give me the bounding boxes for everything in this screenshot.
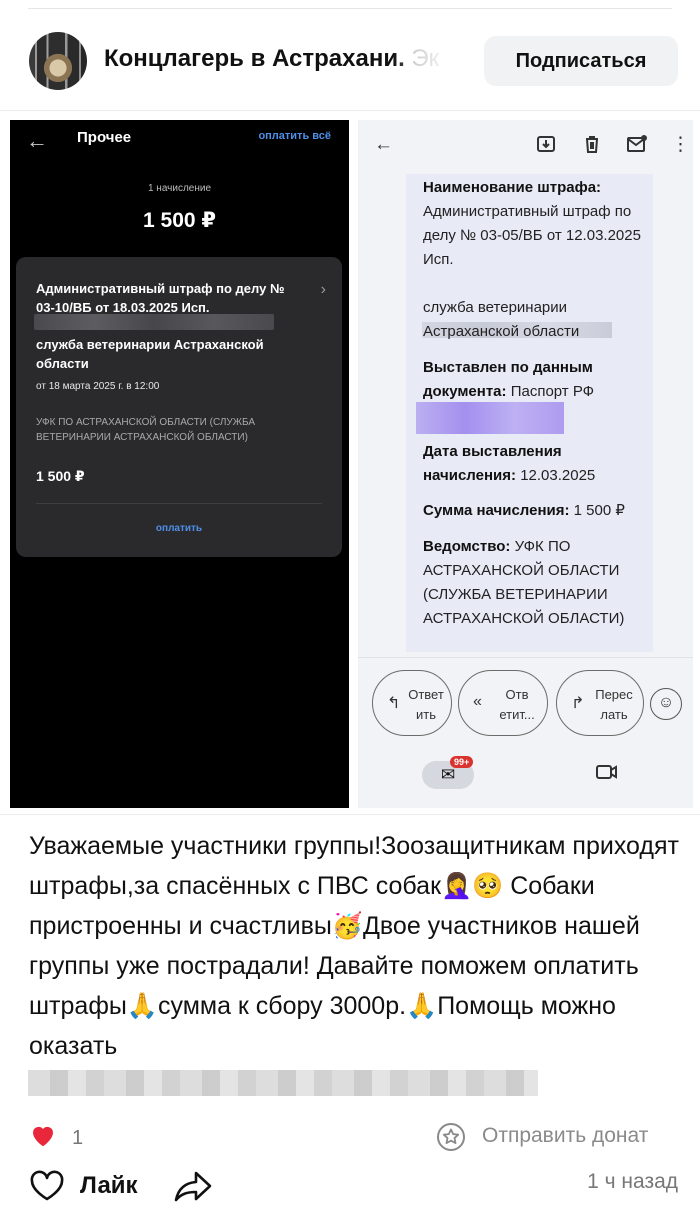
fine-name-value: Административный штраф по делу № 03-05/В… bbox=[423, 203, 641, 268]
mark-unread-icon bbox=[626, 134, 648, 160]
trash-icon bbox=[582, 134, 602, 160]
charge-sum: Сумма начисления: 1 500 ₽ bbox=[423, 499, 648, 523]
mail-toolbar: ← ⋮ bbox=[358, 120, 693, 174]
chevron-right-icon: › bbox=[320, 281, 326, 298]
header-divider bbox=[0, 110, 700, 111]
top-divider bbox=[28, 8, 672, 9]
heart-reaction-icon[interactable] bbox=[28, 1120, 58, 1150]
post-timestamp: 1 ч назад bbox=[587, 1170, 678, 1193]
card-divider bbox=[36, 503, 322, 504]
group-title-text: Концлагерь в Астрахани. bbox=[104, 45, 405, 72]
screen-title: Прочее bbox=[77, 129, 132, 146]
more-vert-icon: ⋮ bbox=[671, 134, 690, 155]
fine-recipient: УФК ПО АСТРАХАНСКОЙ ОБЛАСТИ (СЛУЖБА ВЕТЕ… bbox=[36, 417, 256, 443]
reply-label: Ответ ить bbox=[408, 687, 444, 722]
share-arrow-icon[interactable] bbox=[172, 1168, 214, 1204]
mail-body: Наименование штрафа: Административный штр… bbox=[406, 174, 653, 652]
subscribe-button[interactable]: Подписаться bbox=[484, 36, 678, 86]
content-divider bbox=[0, 814, 700, 815]
post-text: Уважаемые участники группы!Зоозащитникам… bbox=[29, 832, 679, 1060]
dept-label: Ведомство: bbox=[423, 538, 511, 555]
charges-count: 1 начисление bbox=[147, 183, 212, 194]
attached-image-right[interactable]: ← ⋮ Наименование штрафа: Административный… bbox=[358, 120, 693, 808]
sum-label: Сумма начисления: bbox=[423, 502, 570, 519]
reply-icon: ↰ bbox=[387, 695, 401, 712]
pay-link: оплатить bbox=[155, 523, 203, 534]
post-header: Концлагерь в Астрахани. Эк Подписаться bbox=[0, 18, 700, 106]
group-title-overflow: Эк bbox=[404, 45, 440, 72]
fine-date: от 18 марта 2025 г. в 12:00 bbox=[36, 381, 160, 392]
like-button-label[interactable]: Лайк bbox=[80, 1172, 138, 1200]
fine-name-label: Наименование штрафа: bbox=[423, 179, 602, 196]
reply-all-label: Отв етит... bbox=[499, 687, 535, 722]
issue-date: Дата выставления начисления: 12.03.2025 bbox=[423, 440, 648, 488]
issued-by: Выставлен по данным документа: Паспорт Р… bbox=[423, 356, 648, 404]
like-heart-icon[interactable] bbox=[29, 1170, 65, 1202]
reply-all-icon: « bbox=[473, 693, 482, 710]
mail-bottom-nav: ✉ 99+ bbox=[358, 752, 693, 808]
back-arrow-icon: ← bbox=[26, 128, 48, 153]
forward-icon: ↱ bbox=[571, 695, 585, 712]
date-value: 12.03.2025 bbox=[520, 467, 596, 484]
issued-value: Паспорт РФ bbox=[510, 383, 595, 400]
fine-service: служба ветеринарии Астраханской области bbox=[423, 299, 580, 340]
sum-value: 1 500 ₽ bbox=[573, 502, 625, 519]
emoji-reaction-icon: ☺ bbox=[650, 688, 682, 720]
blurred-document bbox=[416, 402, 564, 434]
archive-icon bbox=[536, 134, 556, 160]
reaction-count: 1 bbox=[72, 1127, 84, 1149]
video-camera-icon bbox=[596, 764, 618, 785]
fine-card: Административный штраф по делу № 03-10/В… bbox=[16, 257, 342, 557]
blurred-name bbox=[34, 314, 274, 330]
actions-divider bbox=[358, 657, 693, 658]
department: Ведомство: УФК ПО АСТРАХАНСКОЙ ОБЛАСТИ (… bbox=[423, 535, 648, 631]
fine-service: служба ветеринарии Астраханской области bbox=[36, 337, 264, 371]
group-avatar[interactable] bbox=[29, 32, 87, 90]
reply-button: ↰ Ответ ить bbox=[372, 670, 452, 736]
reply-all-button: « Отв етит... bbox=[458, 670, 548, 736]
attached-image-left[interactable]: ← Прочее оплатить всё 1 начисление 1 500… bbox=[10, 120, 349, 808]
donate-label: Отправить донат bbox=[482, 1124, 649, 1147]
pay-all-link: оплатить всё bbox=[258, 130, 331, 142]
fine-title: Административный штраф по делу № 03-10/В… bbox=[36, 281, 285, 315]
blurred-payment-details bbox=[28, 1070, 538, 1096]
fine-name: Наименование штрафа: Административный штр… bbox=[423, 176, 648, 272]
forward-label: Перес лать bbox=[595, 687, 633, 722]
fine-amount: 1 500 ₽ bbox=[36, 468, 85, 484]
charges-total: 1 500 ₽ bbox=[143, 209, 216, 232]
group-title[interactable]: Концлагерь в Астрахани. Эк bbox=[104, 45, 456, 79]
donate-star-icon bbox=[437, 1123, 465, 1151]
forward-button: ↱ Перес лать bbox=[556, 670, 644, 736]
unread-badge: 99+ bbox=[450, 756, 474, 768]
back-arrow-icon: ← bbox=[374, 134, 393, 155]
